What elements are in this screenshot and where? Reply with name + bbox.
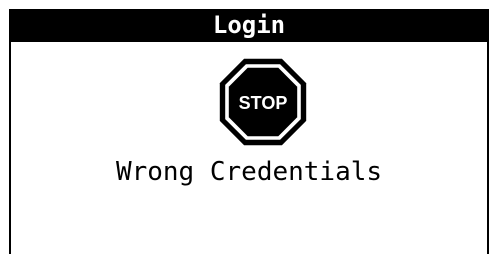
error-message: Wrong Credentials [115, 157, 383, 187]
title-bar: Login [11, 9, 487, 42]
login-screen: Login STOP Wrong Credentials [9, 9, 489, 254]
stop-sign-text: STOP [239, 93, 288, 113]
stop-sign-icon: STOP [219, 58, 307, 146]
